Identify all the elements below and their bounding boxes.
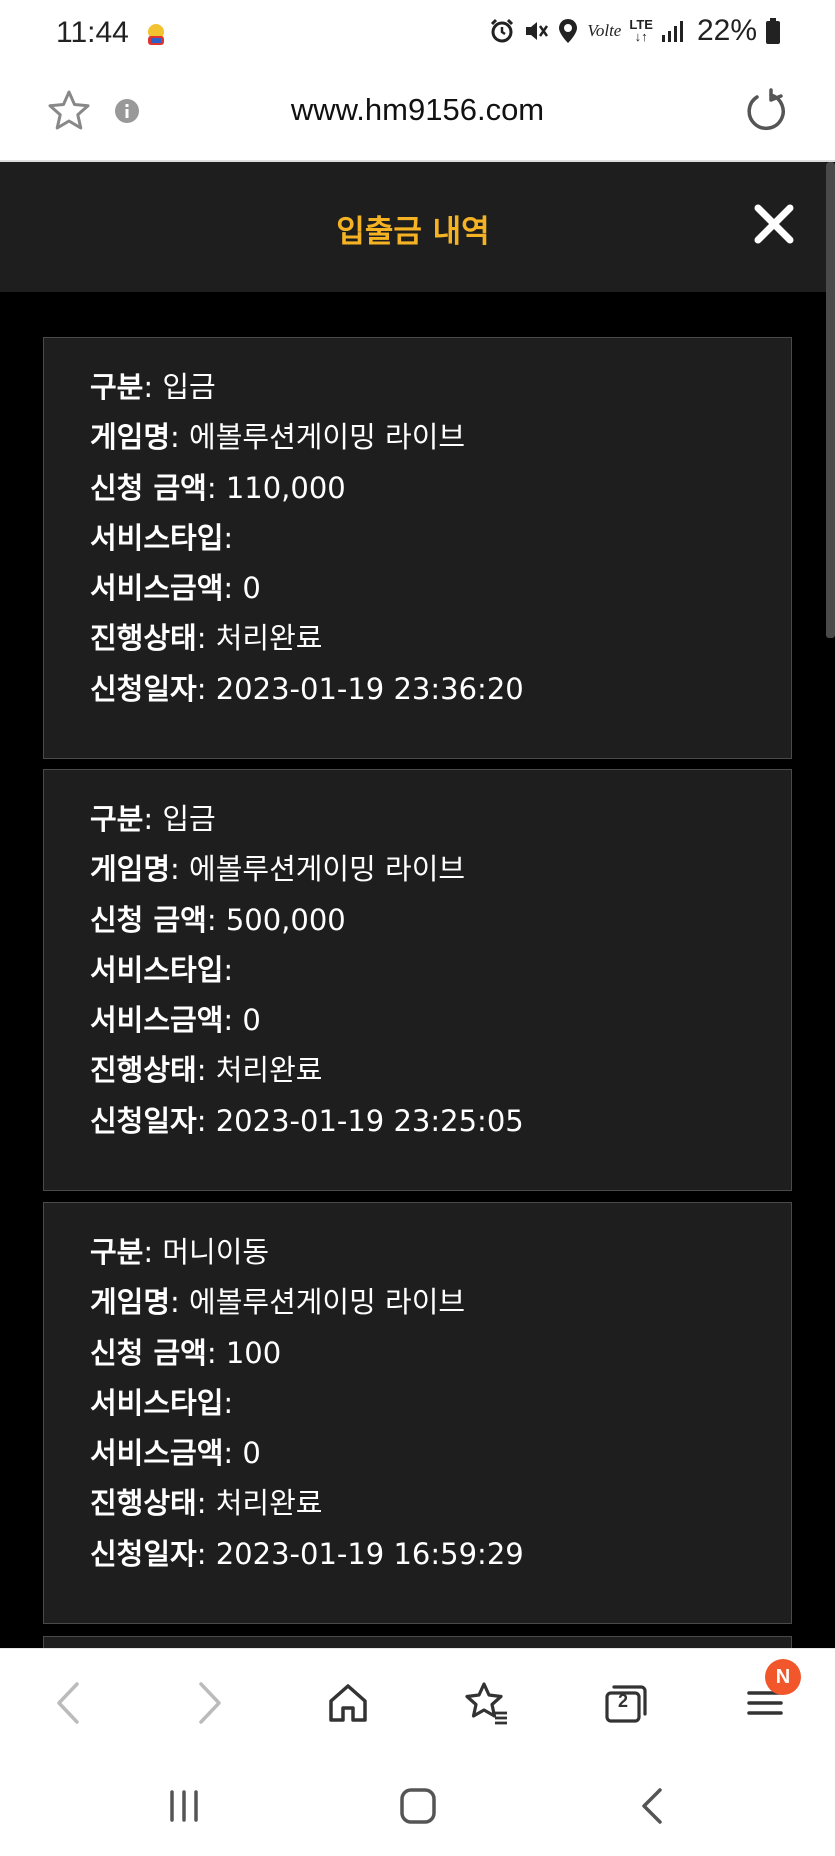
status-time: 11:44: [56, 16, 129, 49]
battery-icon: [766, 18, 780, 44]
address-bar: www.hm9156.com: [0, 70, 835, 162]
url-text[interactable]: www.hm9156.com: [0, 92, 835, 128]
recent-apps-icon: [170, 1790, 198, 1822]
chevron-left-icon: [57, 1682, 79, 1724]
battery-percent: 22%: [696, 14, 757, 47]
record-category: 구분: 입금: [90, 370, 216, 404]
home-icon: [329, 1684, 367, 1722]
web-page: 입출금 내역 구분: 입금 게임명: 에볼루션게이밍 라이브 신청 금액: 11…: [0, 162, 835, 1648]
record-service-amount: 서비스금액: 0: [90, 571, 261, 606]
signal-icon: [661, 21, 683, 42]
back-chevron-icon: [642, 1788, 662, 1824]
record-service-amount: 서비스금액: 0: [90, 1003, 261, 1038]
record-card-partial: [43, 1636, 792, 1648]
system-nav-bar: [0, 1752, 835, 1856]
volte-indicator: Volte: [587, 21, 622, 40]
notification-app-icon: [148, 24, 164, 45]
record-service-type: 서비스타입:: [90, 1385, 234, 1420]
record-amount: 신청 금액: 100: [90, 1335, 282, 1370]
record-card: 구분: 머니이동 게임명: 에볼루션게이밍 라이브 신청 금액: 100 서비스…: [43, 1202, 792, 1624]
tabs-button[interactable]: 2: [596, 1673, 656, 1733]
scrollbar[interactable]: [826, 162, 835, 1648]
close-icon: [754, 204, 794, 244]
home-square-icon: [400, 1788, 436, 1824]
record-date: 신청일자: 2023-01-19 23:36:20: [90, 671, 524, 706]
lte-indicator: LTE ↓↑: [629, 17, 653, 44]
record-service-type: 서비스타입:: [90, 952, 234, 987]
record-game-name: 게임명: 에볼루션게이밍 라이브: [90, 852, 466, 887]
forward-button[interactable]: [180, 1673, 240, 1733]
record-status: 진행상태: 처리완료: [90, 621, 323, 656]
record-game-name: 게임명: 에볼루션게이밍 라이브: [90, 1285, 466, 1320]
record-status: 진행상태: 처리완료: [90, 1053, 323, 1088]
scrollbar-thumb[interactable]: [826, 162, 835, 638]
reload-button[interactable]: [743, 88, 789, 138]
record-card: 구분: 입금 게임명: 에볼루션게이밍 라이브 신청 금액: 110,000 서…: [43, 337, 792, 759]
record-card: 구분: 입금 게임명: 에볼루션게이밍 라이브 신청 금액: 500,000 서…: [43, 769, 792, 1191]
modal-title: 입출금 내역: [336, 214, 490, 250]
record-category: 구분: 머니이동: [90, 1235, 270, 1269]
recent-apps-button[interactable]: [154, 1778, 214, 1834]
browser-toolbar: 2 N: [0, 1648, 835, 1752]
record-date: 신청일자: 2023-01-19 16:59:29: [90, 1536, 524, 1571]
location-icon: [559, 19, 578, 43]
record-game-name: 게임명: 에볼루션게이밍 라이브: [90, 420, 466, 455]
tab-count: 2: [617, 1691, 628, 1711]
record-service-amount: 서비스금액: 0: [90, 1436, 261, 1471]
mute-icon: [526, 22, 549, 40]
close-button[interactable]: [752, 202, 796, 246]
record-service-type: 서비스타입:: [90, 520, 234, 555]
status-icons: Volte LTE ↓↑ 22%: [489, 14, 781, 48]
record-amount: 신청 금액: 500,000: [90, 902, 346, 937]
status-bar: 11:44 Volte LTE ↓↑ 22%: [0, 0, 835, 70]
bookmarks-button[interactable]: [456, 1673, 516, 1733]
back-button[interactable]: [38, 1673, 98, 1733]
reload-icon: [747, 88, 785, 131]
bookmarks-star-icon: [465, 1682, 507, 1725]
chevron-right-icon: [199, 1682, 221, 1724]
back-nav-button[interactable]: [622, 1778, 682, 1834]
record-status: 진행상태: 처리완료: [90, 1486, 323, 1521]
home-nav-button[interactable]: [388, 1778, 448, 1834]
record-amount: 신청 금액: 110,000: [90, 470, 346, 505]
record-category: 구분: 입금: [90, 802, 216, 836]
menu-notification-badge: N: [765, 1659, 801, 1695]
alarm-icon: [491, 18, 514, 43]
modal-header: 입출금 내역: [0, 162, 826, 292]
home-button[interactable]: [318, 1673, 378, 1733]
record-date: 신청일자: 2023-01-19 23:25:05: [90, 1103, 524, 1138]
